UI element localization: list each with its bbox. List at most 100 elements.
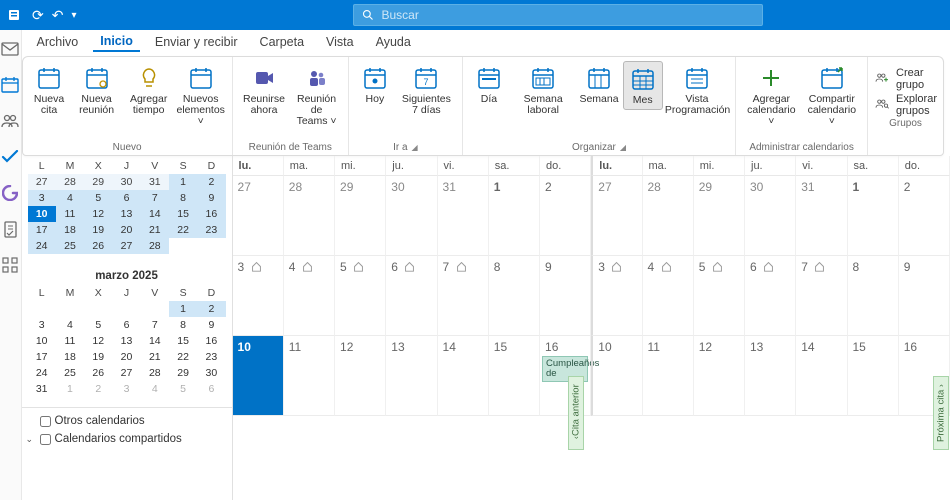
minical-day[interactable]: 12 — [84, 333, 112, 349]
calendar-cell[interactable]: 31 — [796, 176, 847, 256]
minical-day[interactable]: 30 — [112, 174, 140, 190]
ribbon-cal-share[interactable]: Compartir calendario ˅ — [803, 61, 861, 130]
minical-day[interactable]: 14 — [141, 333, 169, 349]
minical-day[interactable] — [56, 301, 84, 317]
minical-day[interactable]: 19 — [84, 349, 112, 365]
minical-day[interactable]: 21 — [141, 222, 169, 238]
minical-day[interactable]: 13 — [112, 333, 140, 349]
minical-day[interactable]: 28 — [141, 238, 169, 254]
calendar-cell[interactable]: 9 — [540, 256, 591, 336]
mini-calendar-0[interactable]: LMXJVSD272829303112345678910111213141516… — [22, 156, 232, 262]
minical-day[interactable]: 7 — [141, 317, 169, 333]
calendar-cell[interactable]: 10 — [233, 336, 284, 416]
menu-inicio[interactable]: Inicio — [93, 32, 140, 52]
minical-day[interactable]: 31 — [28, 381, 56, 397]
minical-day[interactable]: 17 — [28, 222, 56, 238]
minical-day[interactable]: 5 — [169, 381, 197, 397]
calendar-cell[interactable]: 6 — [386, 256, 437, 336]
calendar-cell[interactable]: 10 — [591, 336, 642, 416]
minical-day[interactable]: 10 — [28, 206, 56, 222]
calendar-cell[interactable]: 9 — [899, 256, 950, 336]
minical-day[interactable]: 5 — [84, 317, 112, 333]
calendar-cell[interactable]: 29 — [694, 176, 745, 256]
minical-day[interactable]: 26 — [84, 238, 112, 254]
minical-day[interactable]: 28 — [56, 174, 84, 190]
ribbon-cal-week[interactable]: Semana — [577, 61, 620, 108]
search-input[interactable]: Buscar — [353, 4, 763, 26]
calendar-cell[interactable]: 15 — [848, 336, 899, 416]
menu-archivo[interactable]: Archivo — [30, 33, 86, 51]
menu-enviar-y-recibir[interactable]: Enviar y recibir — [148, 33, 245, 51]
minical-day[interactable]: 22 — [169, 222, 197, 238]
minical-day[interactable]: 27 — [112, 238, 140, 254]
ribbon-cal-7[interactable]: 7Siguientes 7 días — [397, 61, 456, 119]
minical-day[interactable]: 21 — [141, 349, 169, 365]
minical-day[interactable]: 18 — [56, 349, 84, 365]
minical-day[interactable]: 6 — [112, 317, 140, 333]
nav-people[interactable] — [0, 112, 20, 130]
undo-icon[interactable]: ↶ — [52, 7, 64, 24]
minical-day[interactable] — [197, 238, 225, 254]
minical-day[interactable]: 17 — [28, 349, 56, 365]
minical-day[interactable]: 16 — [197, 333, 225, 349]
ribbon-cal-today[interactable]: Hoy — [355, 61, 395, 108]
calendar-cell[interactable]: 30 — [745, 176, 796, 256]
calendar-cell[interactable]: 1 — [848, 176, 899, 256]
ribbon-new-items[interactable]: Nuevos elementos ˅ — [176, 61, 226, 130]
calendar-cell[interactable]: 4 — [643, 256, 694, 336]
minical-day[interactable]: 1 — [169, 174, 197, 190]
minical-day[interactable]: 1 — [56, 381, 84, 397]
ribbon-people-search[interactable]: Explorar grupos — [874, 93, 937, 117]
minical-day[interactable]: 14 — [141, 206, 169, 222]
customize-qat-icon[interactable]: ▾ — [71, 10, 76, 21]
ribbon-cal-add[interactable]: Agregar calendario ˅ — [742, 61, 800, 130]
minical-day[interactable]: 20 — [112, 222, 140, 238]
other-calendars-checkbox[interactable] — [40, 416, 51, 427]
ribbon-calendar-plus[interactable]: Nueva cita — [29, 61, 70, 119]
minical-day[interactable] — [141, 301, 169, 317]
minical-day[interactable]: 27 — [112, 365, 140, 381]
nav-tasks[interactable] — [0, 148, 20, 166]
calendar-cell[interactable]: 27 — [591, 176, 642, 256]
minical-day[interactable]: 7 — [141, 190, 169, 206]
minical-day[interactable]: 19 — [84, 222, 112, 238]
nav-more[interactable] — [0, 256, 20, 274]
minical-day[interactable]: 11 — [56, 206, 84, 222]
calendar-cell[interactable]: 5 — [335, 256, 386, 336]
minical-day[interactable]: 4 — [141, 381, 169, 397]
next-appointment-strip[interactable]: Próxima cita› — [933, 376, 949, 450]
minical-day[interactable]: 13 — [112, 206, 140, 222]
minical-day[interactable]: 26 — [84, 365, 112, 381]
calendar-cell[interactable]: 1 — [489, 176, 540, 256]
calendar-grid[interactable]: lu.ma.mi.ju.vi.sa.do.lu.ma.mi.ju.vi.sa.d… — [233, 156, 950, 500]
minical-day[interactable]: 4 — [56, 317, 84, 333]
calendar-cell[interactable]: 8 — [848, 256, 899, 336]
calendar-cell[interactable]: 15 — [489, 336, 540, 416]
ribbon-cal-sched[interactable]: Vista Programación — [665, 61, 729, 119]
minical-day[interactable]: 1 — [169, 301, 197, 317]
calendar-cell[interactable]: 14 — [796, 336, 847, 416]
calendar-cell[interactable]: 2 — [540, 176, 591, 256]
minical-day[interactable]: 9 — [197, 317, 225, 333]
ribbon-lightbulb[interactable]: Agregar tiempo — [124, 61, 174, 119]
calendar-cell[interactable]: 31 — [438, 176, 489, 256]
minical-day[interactable]: 15 — [169, 206, 197, 222]
calendar-cell[interactable]: 3 — [233, 256, 284, 336]
minical-day[interactable]: 8 — [169, 317, 197, 333]
calendar-cell[interactable]: 12 — [335, 336, 386, 416]
ribbon-calendar-people[interactable]: Nueva reunión — [72, 61, 122, 119]
nav-calendar[interactable] — [0, 76, 20, 94]
calendar-cell[interactable]: 28 — [643, 176, 694, 256]
minical-day[interactable]: 24 — [28, 238, 56, 254]
menu-ayuda[interactable]: Ayuda — [369, 33, 418, 51]
menu-vista[interactable]: Vista — [319, 33, 361, 51]
minical-day[interactable]: 3 — [112, 381, 140, 397]
calendar-cell[interactable]: 13 — [386, 336, 437, 416]
dialog-launcher-icon[interactable]: ◢ — [620, 143, 626, 152]
calendar-cell[interactable]: 11 — [643, 336, 694, 416]
minical-day[interactable]: 8 — [169, 190, 197, 206]
minical-day[interactable]: 2 — [197, 301, 225, 317]
calendar-cell[interactable]: 28 — [284, 176, 335, 256]
minical-day[interactable]: 15 — [169, 333, 197, 349]
minical-day[interactable]: 29 — [84, 174, 112, 190]
